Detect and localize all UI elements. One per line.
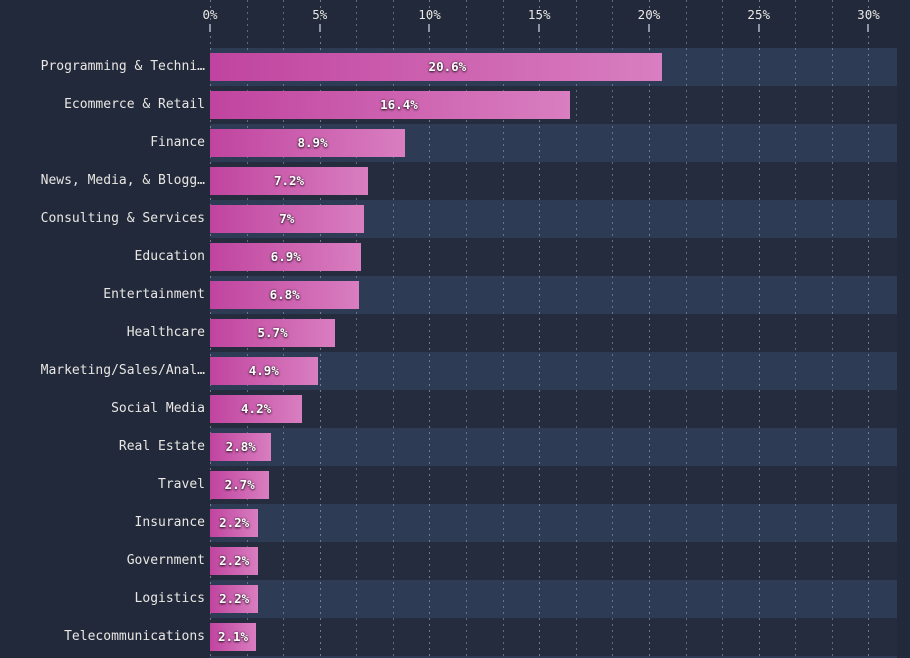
row-band (210, 390, 897, 428)
x-tick-mark (428, 24, 431, 32)
bar-value-label: 6.9% (270, 249, 301, 264)
category-label: Entertainment (103, 287, 205, 302)
x-tick-label: 20% (637, 7, 661, 22)
category-label: Finance (150, 135, 205, 150)
bar-value-label: 2.2% (219, 591, 250, 606)
row-band (210, 504, 897, 542)
bar-value-label: 8.9% (297, 135, 328, 150)
category-label: Travel (158, 477, 205, 492)
x-tick-mark (318, 24, 321, 32)
category-label: Programming & Techni… (40, 59, 205, 74)
x-tick-mark (209, 24, 211, 32)
bar-value-label: 7.2% (273, 173, 305, 188)
category-label: Social Media (111, 401, 205, 416)
bar-value-label: 5.7% (257, 325, 288, 340)
category-label: News, Media, & Blogg… (40, 173, 205, 188)
bar-value-label: 4.9% (248, 363, 279, 378)
bar-value-label: 16.4% (380, 97, 418, 112)
x-axis: 0% 5% 10% 15% 20% 25% 30% (0, 0, 910, 34)
bar-value-label: 2.7% (224, 477, 255, 492)
category-label: Consulting & Services (40, 211, 205, 226)
category-label: Healthcare (126, 325, 205, 340)
category-label: Education (134, 249, 205, 264)
x-tick-mark (538, 24, 541, 32)
x-tick-mark (867, 24, 870, 32)
row-band (210, 618, 897, 656)
category-label: Marketing/Sales/Anal… (40, 363, 205, 378)
bar-value-label: 7% (279, 211, 295, 226)
bar-value-label: 2.2% (219, 515, 250, 530)
bar-value-label: 2.8% (225, 439, 256, 454)
x-tick-label: 10% (418, 7, 441, 22)
bar-value-label: 2.1% (217, 629, 249, 644)
x-tick-label: 25% (747, 7, 771, 22)
category-label: Logistics (134, 591, 205, 606)
x-tick-label: 0% (202, 7, 218, 22)
category-label: Ecommerce & Retail (64, 97, 205, 112)
category-label: Government (126, 553, 205, 568)
x-tick-label: 15% (527, 7, 551, 22)
row-band (210, 466, 897, 504)
x-tick-label: 5% (312, 7, 328, 22)
x-tick-label: 30% (857, 7, 880, 22)
bar-value-label: 4.2% (241, 401, 272, 416)
x-tick-mark (757, 24, 760, 32)
bar-value-label: 20.6% (428, 59, 467, 74)
x-tick-mark (647, 24, 650, 32)
bar-value-label: 2.2% (219, 553, 250, 568)
category-label: Insurance (134, 515, 205, 530)
bar-chart: 20.6% 16.4% 8.9% 7.2% 7% 6.9% 6.8% 5.7% 4.9% 4.2%… (0, 0, 910, 658)
category-label: Real Estate (118, 439, 205, 454)
category-label: Telecommunications (64, 629, 205, 644)
row-band (210, 542, 897, 580)
row-band (210, 428, 897, 466)
bar-value-label: 6.8% (269, 287, 300, 302)
row-band (210, 580, 897, 618)
